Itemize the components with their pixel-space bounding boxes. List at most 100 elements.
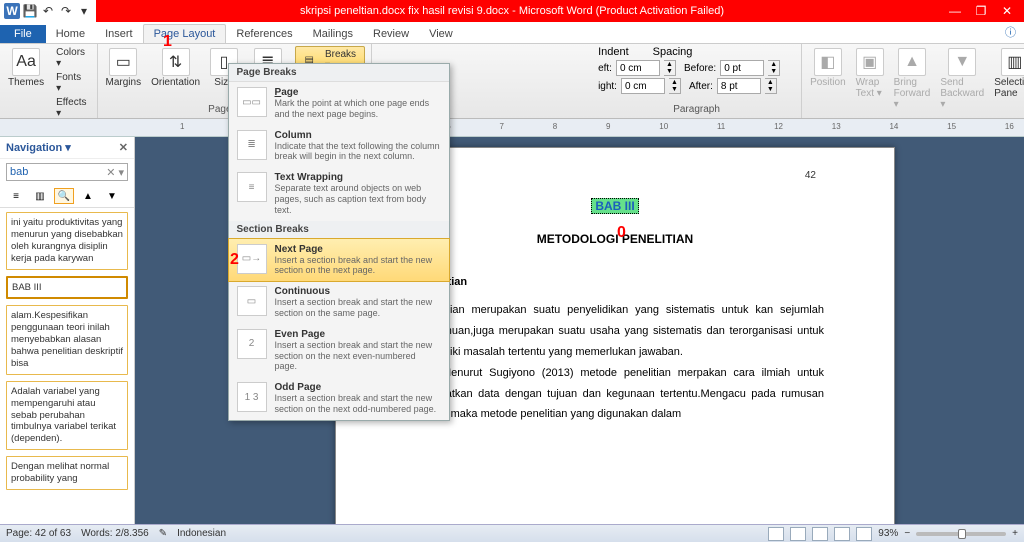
- page-number: 42: [805, 170, 816, 181]
- view-web-layout[interactable]: [812, 527, 828, 541]
- tab-review[interactable]: Review: [363, 25, 419, 43]
- ribbon: AaThemes Colors ▾ Fonts ▾ Effects ▾ Them…: [0, 44, 1024, 119]
- clear-search-icon[interactable]: ✕ ▾: [106, 166, 124, 179]
- spacing-header: Spacing: [653, 46, 693, 58]
- window-buttons: — ❐ ✕: [944, 4, 1024, 18]
- view-full-screen[interactable]: [790, 527, 806, 541]
- selection-pane-button[interactable]: ▥Selection Pane: [992, 46, 1024, 101]
- nav-result-item[interactable]: ini yaitu produktivitas yang menurun yan…: [6, 212, 128, 270]
- fonts-button[interactable]: Fonts ▾: [52, 71, 90, 95]
- zoom-out-button[interactable]: −: [904, 528, 910, 539]
- body-paragraph[interactable]: litian merupakan suatu penyelidikan yang…: [406, 300, 824, 363]
- undo-icon[interactable]: ↶: [40, 3, 56, 19]
- horizontal-ruler[interactable]: 1234 5678 9101112 13141516: [0, 119, 1024, 137]
- nav-tab-headings[interactable]: ≡: [6, 188, 26, 204]
- orientation-button[interactable]: ⇅Orientation: [149, 46, 202, 90]
- breaks-section-sectionbreaks: Section Breaks: [229, 221, 449, 239]
- tab-insert[interactable]: Insert: [95, 25, 143, 43]
- indent-left[interactable]: eft:0 cm▲▼: [598, 60, 676, 76]
- navigation-pane: Navigation▾✕ bab✕ ▾ 19 of 22 matches ≡ ▥…: [0, 137, 135, 524]
- break-odd-page[interactable]: 1 3 Odd PageInsert a section break and s…: [229, 377, 449, 420]
- body-paragraph[interactable]: Menurut Sugiyono (2013) metode penelitia…: [406, 363, 824, 426]
- themes-button[interactable]: AaThemes: [6, 46, 46, 90]
- nav-title: Navigation: [6, 142, 62, 154]
- nav-result-item[interactable]: alam.Kespesifikan penggunaan teori inila…: [6, 305, 128, 374]
- tab-home[interactable]: Home: [46, 25, 95, 43]
- status-words[interactable]: Words: 2/8.356: [81, 528, 149, 539]
- status-bar: Page: 42 of 63 Words: 2/8.356 ✎ Indonesi…: [0, 524, 1024, 542]
- zoom-slider[interactable]: [916, 532, 1006, 536]
- break-column[interactable]: ≣ ColumnIndicate that the text following…: [229, 125, 449, 168]
- colors-button[interactable]: Colors ▾: [52, 46, 90, 70]
- continuous-break-icon: ▭: [237, 286, 267, 316]
- indent-right[interactable]: ight:0 cm▲▼: [598, 78, 681, 94]
- indent-header: Indent: [598, 46, 629, 58]
- send-backward-button: ▼Send Backward ▾: [938, 46, 986, 112]
- status-zoom[interactable]: 93%: [878, 528, 898, 539]
- tab-references[interactable]: References: [226, 25, 302, 43]
- nav-result-item[interactable]: Dengan melihat normal probability yang: [6, 456, 128, 490]
- oddpage-break-icon: 1 3: [237, 382, 267, 412]
- section-heading[interactable]: e Penelitian: [406, 276, 824, 288]
- annotation-0: 0: [617, 224, 626, 242]
- breaks-dropdown: Page Breaks ▭▭ PageMark the point at whi…: [228, 63, 450, 421]
- ribbon-tabs: File Home Insert Page Layout References …: [0, 22, 1024, 44]
- chapter-heading[interactable]: BAB III: [591, 198, 638, 214]
- textwrap-break-icon: ≡: [237, 172, 267, 202]
- tab-page-layout[interactable]: Page Layout: [143, 24, 227, 43]
- bring-forward-button: ▲Bring Forward ▾: [892, 46, 933, 112]
- nav-close-icon[interactable]: ✕: [119, 141, 128, 154]
- break-even-page[interactable]: 2 Even PageInsert a section break and st…: [229, 324, 449, 377]
- close-button[interactable]: ✕: [996, 4, 1018, 18]
- nav-next-result[interactable]: ▼: [102, 188, 122, 204]
- spacing-before[interactable]: Before:0 pt▲▼: [684, 60, 780, 76]
- nav-tab-results[interactable]: 🔍: [54, 188, 74, 204]
- minimize-button[interactable]: —: [944, 4, 966, 18]
- view-draft[interactable]: [856, 527, 872, 541]
- wrap-text-button: ▣Wrap Text ▾: [854, 46, 886, 101]
- save-icon[interactable]: 💾: [22, 3, 38, 19]
- title-bar: W 💾 ↶ ↷ ▾ skripsi peneltian.docx fix has…: [0, 0, 1024, 22]
- group-paragraph-label: Paragraph: [598, 104, 795, 117]
- nav-tab-pages[interactable]: ▥: [30, 188, 50, 204]
- group-paragraph: Indent Spacing eft:0 cm▲▼ Before:0 pt▲▼ …: [592, 44, 802, 118]
- break-text-wrapping[interactable]: ≡ Text WrappingSeparate text around obje…: [229, 167, 449, 220]
- word-icon: W: [4, 3, 20, 19]
- zoom-in-button[interactable]: +: [1012, 528, 1018, 539]
- nextpage-break-icon: ▭→: [237, 244, 267, 274]
- breaks-section-pagebreaks: Page Breaks: [229, 64, 449, 82]
- evenpage-break-icon: 2: [237, 329, 267, 359]
- break-next-page[interactable]: ▭→ Next PageInsert a section break and s…: [228, 238, 450, 283]
- annotation-1: 1: [163, 33, 172, 51]
- tab-file[interactable]: File: [0, 25, 46, 43]
- nav-search-input[interactable]: bab✕ ▾: [6, 163, 128, 181]
- view-outline[interactable]: [834, 527, 850, 541]
- group-themes: AaThemes Colors ▾ Fonts ▾ Effects ▾ Them…: [0, 44, 98, 118]
- proofing-icon[interactable]: ✎: [159, 528, 167, 539]
- break-page[interactable]: ▭▭ PageMark the point at which one page …: [229, 82, 449, 125]
- view-print-layout[interactable]: [768, 527, 784, 541]
- spacing-after[interactable]: After:8 pt▲▼: [689, 78, 777, 94]
- annotation-2: 2: [230, 251, 239, 269]
- break-continuous[interactable]: ▭ ContinuousInsert a section break and s…: [229, 281, 449, 324]
- qat-more-icon[interactable]: ▾: [76, 3, 92, 19]
- page-break-icon: ▭▭: [237, 87, 267, 117]
- quick-access-toolbar: W 💾 ↶ ↷ ▾: [0, 0, 96, 22]
- nav-prev-result[interactable]: ▲: [78, 188, 98, 204]
- tab-view[interactable]: View: [419, 25, 463, 43]
- tab-mailings[interactable]: Mailings: [303, 25, 363, 43]
- restore-button[interactable]: ❐: [970, 4, 992, 18]
- status-page[interactable]: Page: 42 of 63: [6, 528, 71, 539]
- effects-button[interactable]: Effects ▾: [52, 96, 90, 120]
- help-icon[interactable]: ⓘ: [997, 21, 1024, 43]
- nav-result-item[interactable]: BAB III: [6, 276, 128, 300]
- position-button: ◧Position: [808, 46, 848, 90]
- chapter-title[interactable]: METODOLOGI PENELITIAN: [406, 232, 824, 246]
- nav-result-item[interactable]: Adalah variabel yang mempengaruhi atau s…: [6, 381, 128, 450]
- window-title: skripsi peneltian.docx fix hasil revisi …: [300, 5, 724, 17]
- redo-icon[interactable]: ↷: [58, 3, 74, 19]
- margins-button[interactable]: ▭Margins: [104, 46, 144, 90]
- status-language[interactable]: Indonesian: [177, 528, 226, 539]
- nav-dropdown-icon[interactable]: ▾: [65, 141, 71, 154]
- nav-results-list: ini yaitu produktivitas yang menurun yan…: [0, 208, 134, 494]
